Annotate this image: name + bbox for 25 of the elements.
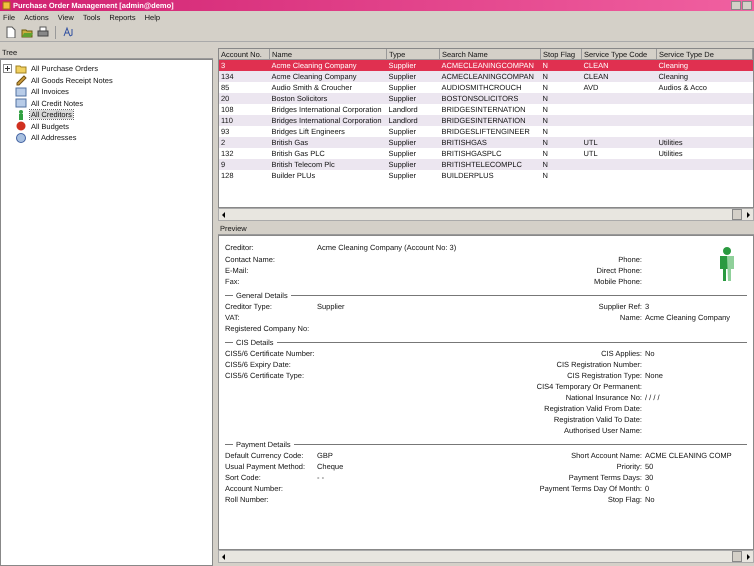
toolbar-button[interactable] (4, 25, 18, 39)
person-icon (717, 246, 737, 282)
right-arrow-icon (744, 210, 752, 218)
horizontal-scrollbar[interactable] (218, 550, 754, 563)
new-document-icon (5, 26, 17, 38)
left-arrow-icon (220, 210, 228, 218)
horizontal-scrollbar[interactable] (218, 208, 754, 221)
app-icon (2, 1, 11, 10)
right-arrow-icon (744, 552, 752, 560)
toolbar-button[interactable] (36, 25, 50, 39)
document-icon (15, 97, 27, 110)
plus-icon (4, 65, 11, 72)
expand-button[interactable] (3, 64, 12, 74)
scroll-thumb[interactable] (732, 551, 742, 562)
folder-icon (15, 62, 27, 75)
left-arrow-icon (220, 552, 228, 560)
toolbar-button[interactable] (61, 25, 75, 39)
document-icon (15, 86, 27, 98)
print-icon (37, 26, 49, 38)
sort-icon (62, 26, 74, 38)
scroll-thumb[interactable] (732, 209, 742, 220)
address-icon (15, 132, 27, 144)
budget-icon (15, 120, 27, 132)
close-button[interactable] (742, 1, 752, 10)
minimize-button[interactable] (731, 1, 741, 10)
